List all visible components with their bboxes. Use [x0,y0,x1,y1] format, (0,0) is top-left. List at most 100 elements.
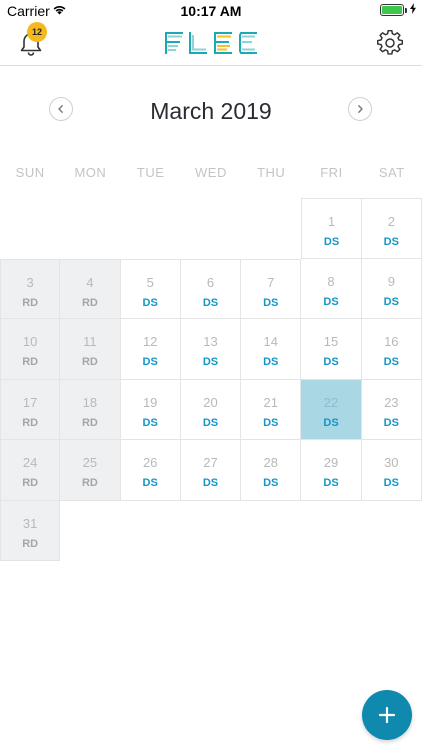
day-number: 21 [263,394,278,410]
day-number: 27 [203,455,218,470]
day-shift-code: DS [323,416,339,429]
calendar-day-cell[interactable]: 25 RD [60,440,121,501]
day-shift-code: DS [383,477,399,489]
day-number: 5 [146,274,154,290]
day-shift-code: DS [383,295,399,308]
day-shift-code: DS [202,356,219,368]
calendar-day-cell[interactable]: 28 DS [241,440,302,501]
weekday-header: SUN MON TUE WED THU FRI SAT [0,165,422,183]
day-number: 15 [323,334,339,349]
app-header: 12 [0,22,422,66]
calendar-day-cell[interactable]: 16 DS [361,319,422,380]
day-shift-code: DS [383,416,399,429]
day-number: 13 [203,334,218,349]
day-shift-code: DS [263,356,279,368]
calendar-day-cell[interactable]: 7 DS [241,258,302,319]
day-number: 22 [323,394,339,410]
day-number: 11 [83,334,97,349]
day-number: 30 [384,455,399,470]
day-shift-code: RD [81,356,98,368]
calendar-day-cell[interactable]: 30 DS [361,440,422,501]
day-number: 14 [263,334,278,349]
day-shift-code: RD [22,416,39,429]
calendar-day-cell[interactable]: 29 DS [301,440,362,501]
day-number: 10 [22,334,38,349]
chevron-right-icon [358,105,363,113]
calendar-day-cell[interactable]: 18 RD [60,379,121,440]
status-bar: Carrier 10:17 AM [0,0,422,22]
day-shift-code: DS [323,477,339,489]
day-number: 2 [387,214,395,229]
plus-icon [378,706,396,724]
calendar-day-cell[interactable]: 4 RD [60,258,121,319]
month-navigation: March 2019 [0,92,422,132]
day-number: 23 [384,394,399,410]
day-number: 26 [142,455,158,470]
next-month-button[interactable] [348,97,372,121]
day-shift-code: DS [202,416,219,429]
day-shift-code: DS [142,477,158,489]
notification-badge: 12 [27,22,47,42]
day-shift-code: DS [383,236,399,248]
day-shift-code: DS [323,356,339,368]
calendar-day-cell[interactable]: 5 DS [120,258,181,319]
weekday-label: SUN [15,165,45,180]
calendar-day-cell[interactable]: 3 RD [0,258,61,319]
calendar-day-cell[interactable]: 17 RD [0,379,61,440]
calendar-day-cell[interactable]: 2 DS [361,198,422,259]
battery-icon [380,4,407,16]
day-number: 1 [327,214,336,229]
day-number: 9 [387,273,395,289]
day-number: 3 [26,274,34,290]
calendar-day-cell[interactable]: 27 DS [180,440,242,501]
day-shift-code: RD [81,416,98,429]
day-shift-code: RD [22,537,39,550]
day-number: 24 [22,455,38,470]
calendar-day-cell[interactable]: 1 DS [301,198,362,259]
charging-icon [410,3,416,14]
day-shift-code: DS [142,296,158,309]
flec-logo [165,32,257,54]
weekday-label: WED [195,165,227,180]
day-number: 19 [142,394,158,410]
day-shift-code: DS [263,416,279,429]
day-shift-code: DS [383,356,399,368]
day-number: 8 [327,273,335,289]
day-number: 25 [82,455,98,470]
calendar-day-cell[interactable]: 14 DS [241,319,302,380]
calendar-day-cell[interactable]: 31 RD [0,500,61,561]
day-number: 29 [323,455,339,470]
day-number: 7 [267,274,275,290]
calendar-day-cell[interactable]: 10 RD [0,319,61,380]
day-number: 28 [263,455,278,470]
calendar-day-cell[interactable]: 22 DS [301,379,362,440]
calendar-day-cell[interactable]: 9 DS [361,258,422,319]
calendar-day-cell[interactable]: 21 DS [241,379,302,440]
add-button[interactable] [362,690,412,740]
weekday-label: THU [257,165,286,180]
calendar-day-cell[interactable]: 24 RD [0,440,61,501]
calendar-day-cell[interactable]: 8 DS [301,258,362,319]
day-shift-code: DS [323,236,340,248]
weekday-label: TUE [136,165,165,180]
day-number: 12 [142,334,158,349]
calendar-day-cell[interactable]: 20 DS [180,379,242,440]
calendar-day-cell[interactable]: 13 DS [180,319,242,380]
day-shift-code: DS [263,296,279,309]
day-number: 16 [384,334,399,349]
calendar-day-cell[interactable]: 15 DS [301,319,362,380]
day-shift-code: RD [22,356,39,368]
day-number: 6 [206,274,215,290]
calendar-day-cell[interactable]: 23 DS [361,379,422,440]
gear-icon[interactable] [377,30,403,56]
calendar-day-cell[interactable]: 26 DS [120,440,181,501]
weekday-label: SAT [378,165,405,180]
calendar-day-cell[interactable]: 12 DS [120,319,181,380]
day-number: 20 [203,394,218,410]
calendar-day-cell[interactable]: 6 DS [180,258,242,319]
day-shift-code: DS [323,295,339,308]
calendar-day-cell[interactable]: 11 RD [60,319,121,380]
calendar-day-cell[interactable]: 19 DS [120,379,181,440]
weekday-label: MON [74,165,107,180]
day-shift-code: DS [202,477,219,489]
